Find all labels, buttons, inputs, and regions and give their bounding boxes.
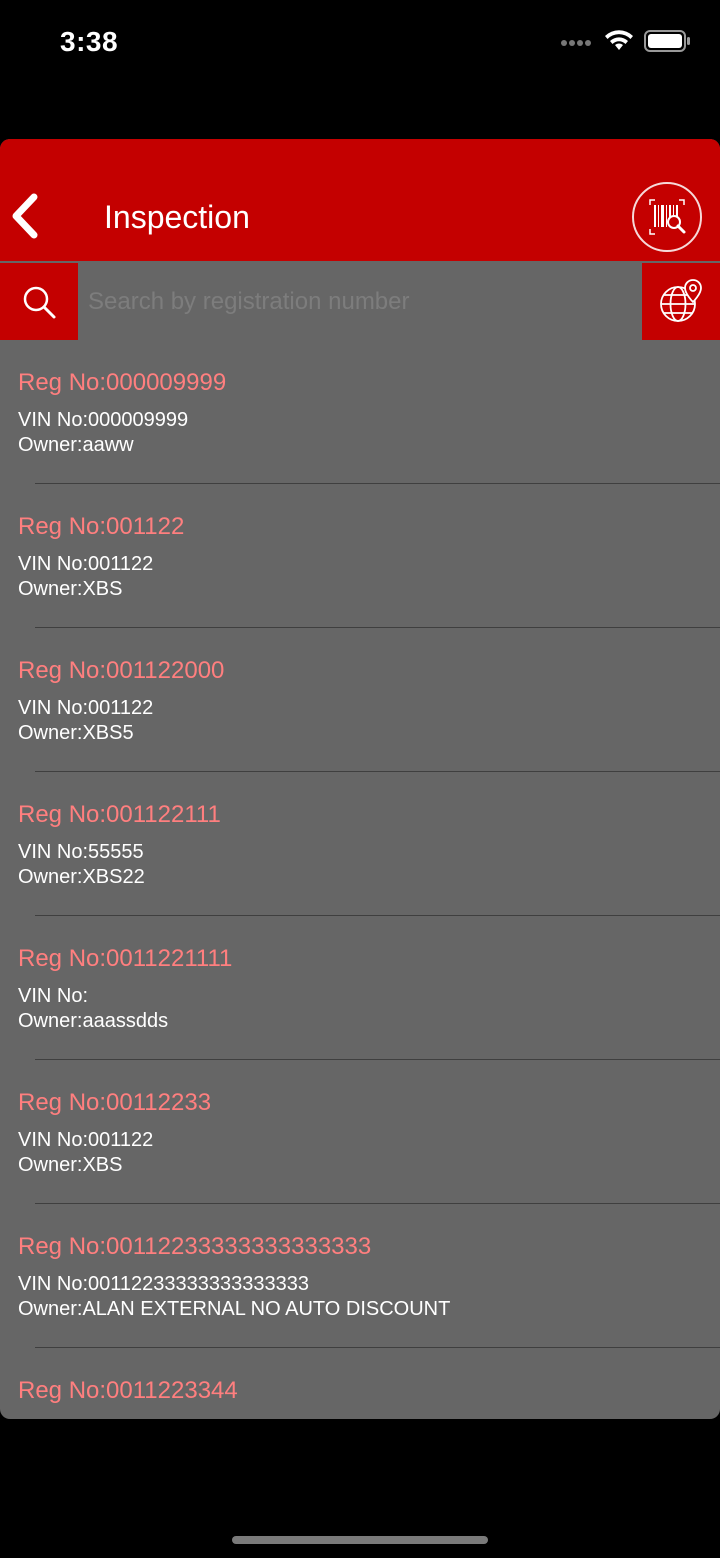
back-button[interactable] (4, 191, 48, 241)
status-icons (560, 30, 690, 57)
list-item[interactable]: Reg No:00112233333333333333 VIN No:00112… (0, 1204, 720, 1348)
reg-number: Reg No:00112233333333333333 (18, 1233, 372, 1260)
list-item[interactable]: Reg No:000009999 VIN No:000009999 Owner:… (0, 340, 720, 484)
status-bar: 3:38 (0, 0, 720, 90)
vin-number: VIN No:55555 (18, 841, 144, 863)
page-title: Inspection (104, 199, 250, 235)
barcode-scan-button[interactable] (632, 182, 702, 252)
battery-icon (644, 30, 690, 57)
owner-name: Owner:XBS5 (18, 722, 134, 744)
reg-number: Reg No:001122 (18, 513, 185, 540)
chevron-left-icon (12, 193, 38, 239)
list-item[interactable]: Reg No:00112233 VIN No:001122 Owner:XBS (0, 1060, 720, 1204)
vin-number: VIN No:00112233333333333333 (18, 1273, 309, 1295)
inspection-sheet: Inspection Search by registration number… (0, 139, 720, 1419)
signal-icon (560, 35, 594, 53)
nav-bar: Inspection (0, 139, 720, 261)
owner-name: Owner:ALAN EXTERNAL NO AUTO DISCOUNT (18, 1298, 451, 1320)
owner-name: Owner:aaassdds (18, 1010, 169, 1032)
reg-number: Reg No:0011223344 (18, 1377, 238, 1404)
reg-number: Reg No:00112233 (18, 1089, 212, 1116)
list-item[interactable]: Reg No:001122 VIN No:001122 Owner:XBS (0, 484, 720, 628)
list-item[interactable]: Reg No:0011223344 (0, 1348, 720, 1419)
owner-name: Owner:XBS (18, 1154, 123, 1176)
vehicle-list: Reg No:000009999 VIN No:000009999 Owner:… (0, 340, 720, 1419)
screen: 3:38 Inspection Search by registration n… (0, 0, 720, 1558)
search-icon (23, 286, 56, 318)
reg-number: Reg No:000009999 (18, 369, 227, 396)
search-bar (0, 263, 720, 340)
globe-location-icon (660, 278, 702, 322)
vin-number: VIN No:001122 (18, 1129, 154, 1151)
owner-name: Owner:XBS (18, 578, 123, 600)
vin-number: VIN No:000009999 (18, 409, 189, 431)
owner-name: Owner:XBS22 (18, 866, 145, 888)
vin-number: VIN No:001122 (18, 697, 154, 719)
reg-number: Reg No:001122111 (18, 801, 221, 828)
barcode-search-icon (649, 199, 686, 235)
list-item[interactable]: Reg No:0011221111 VIN No: Owner:aaassdds (0, 916, 720, 1060)
location-search-button[interactable] (642, 263, 720, 340)
list-item[interactable]: Reg No:001122000 VIN No:001122 Owner:XBS… (0, 628, 720, 772)
wifi-icon (604, 30, 634, 57)
status-time: 3:38 (60, 26, 119, 57)
vin-number: VIN No:001122 (18, 553, 154, 575)
reg-number: Reg No:0011221111 (18, 945, 233, 972)
vin-number: VIN No: (18, 985, 89, 1007)
home-indicator[interactable] (232, 1536, 488, 1544)
search-button[interactable] (0, 263, 78, 340)
search-input[interactable] (78, 263, 642, 340)
owner-name: Owner:aaww (18, 434, 134, 456)
list-item[interactable]: Reg No:001122111 VIN No:55555 Owner:XBS2… (0, 772, 720, 916)
reg-number: Reg No:001122000 (18, 657, 225, 684)
